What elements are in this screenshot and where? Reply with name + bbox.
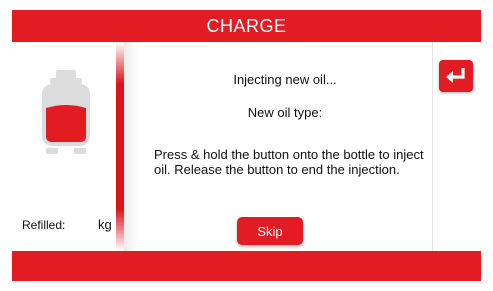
footer-bar: [12, 251, 481, 281]
refilled-label: Refilled:: [22, 218, 66, 232]
oil-type-label: New oil type:: [247, 105, 323, 120]
status-message: Injecting new oil...: [233, 72, 337, 87]
panel-divider: [116, 42, 124, 251]
header-bar: CHARGE: [12, 10, 481, 42]
left-panel: Refilled: kg: [12, 42, 116, 251]
return-button[interactable]: [439, 60, 473, 92]
charge-screen: CHARGE Refilled: kg Injecting new oil...…: [12, 10, 481, 281]
page-title: CHARGE: [206, 15, 287, 36]
skip-button-label: Skip: [257, 223, 283, 239]
right-divider: [432, 42, 433, 251]
return-arrow-icon: [446, 68, 465, 83]
oil-bottle-icon: [42, 70, 90, 154]
panel-divider-shadow: [124, 42, 138, 251]
refilled-unit: kg: [98, 217, 112, 232]
instruction-text: Press & hold the button onto the bottle …: [154, 147, 424, 177]
skip-button[interactable]: Skip: [237, 217, 303, 245]
